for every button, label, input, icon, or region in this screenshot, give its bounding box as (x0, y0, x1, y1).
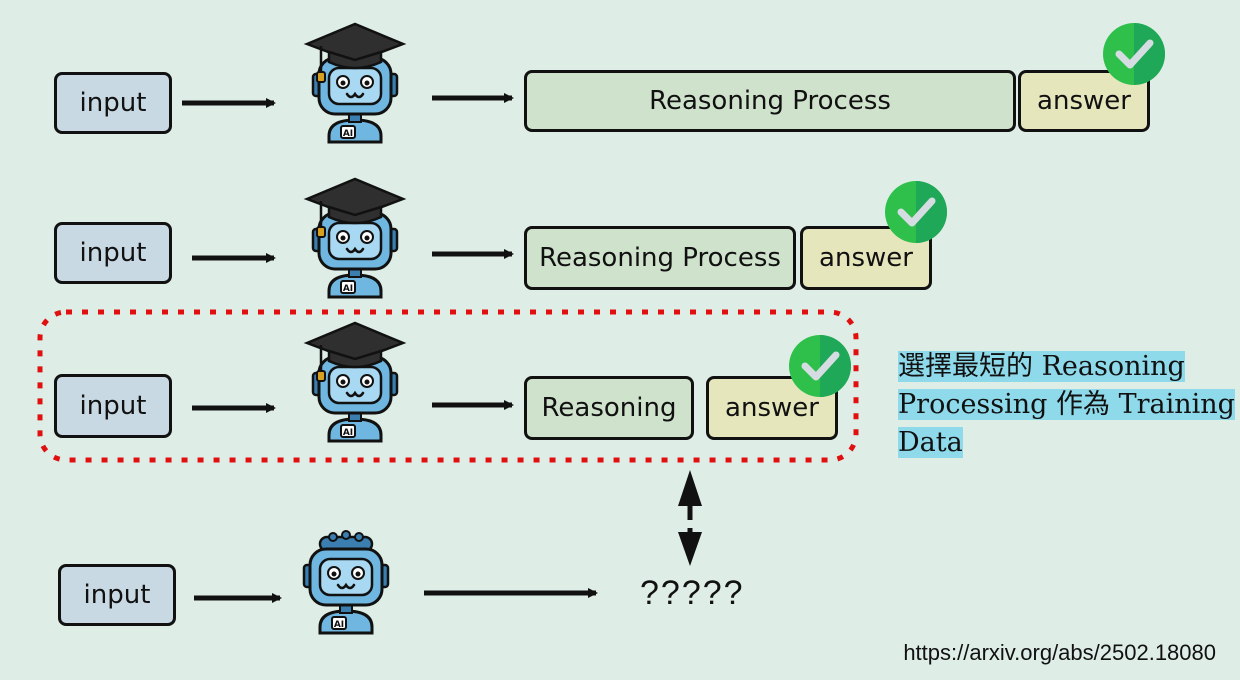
robot-icon (305, 321, 405, 443)
answer-box: answer (1018, 70, 1150, 132)
selection-note-text: 選擇最短的 Reasoning Processing 作為 Training D… (898, 351, 1235, 458)
answer-box: answer (800, 226, 932, 290)
reasoning-box: Reasoning (524, 376, 694, 440)
robot-icon (305, 177, 405, 299)
robot-icon (302, 529, 390, 635)
unknown-output: ????? (640, 574, 745, 612)
reasoning-box: Reasoning Process (524, 226, 796, 290)
reasoning-box: Reasoning Process (524, 70, 1016, 132)
input-box: input (54, 222, 172, 284)
selection-note: 選擇最短的 Reasoning Processing 作為 Training D… (898, 348, 1238, 462)
input-box: input (54, 72, 172, 134)
answer-box: answer (706, 376, 838, 440)
input-box: input (54, 374, 172, 438)
robot-icon (305, 22, 405, 144)
double-arrow-icon (678, 470, 702, 566)
source-url: https://arxiv.org/abs/2502.18080 (903, 640, 1216, 665)
input-box: input (58, 564, 176, 626)
